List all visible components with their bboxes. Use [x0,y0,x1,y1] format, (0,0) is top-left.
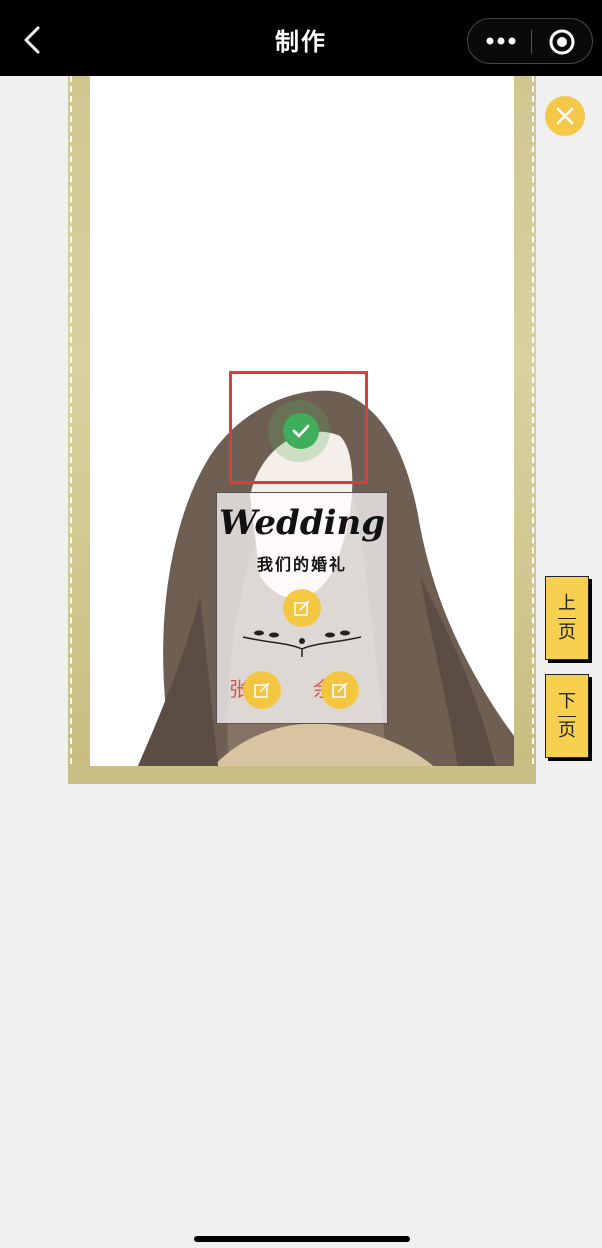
edit-groom-name-button[interactable] [243,671,281,709]
prev-page-button[interactable]: 上 页 [545,576,589,660]
confirm-button[interactable] [283,413,319,449]
close-button[interactable] [545,96,585,136]
edit-bride-name-button[interactable] [321,671,359,709]
wedding-card[interactable]: Wedding 我们的婚礼 张明 余娇 [216,492,388,724]
floral-ornament [242,630,362,657]
next-page-separator [558,715,576,717]
checkmark-icon [292,424,310,438]
more-dots-icon [486,37,516,45]
record-target-icon [549,29,575,55]
mini-program-capsule [467,18,593,64]
frame-bottom-border [68,766,536,784]
close-mini-program-button[interactable] [548,28,576,56]
wedding-subtitle: 我们的婚礼 [256,555,347,574]
edit-icon [332,682,348,698]
prev-page-label-top: 上 [558,592,576,614]
prev-page-label-bottom: 页 [558,621,576,643]
next-page-label-top: 下 [558,690,576,712]
wedding-title: Wedding [219,503,385,543]
dashed-guide-left [70,76,72,784]
prev-page-separator [558,617,576,619]
next-page-button[interactable]: 下 页 [545,674,589,758]
more-button[interactable] [484,29,518,53]
next-page-label-bottom: 页 [558,719,576,741]
edit-icon [254,682,270,698]
nav-bar: 制作 [0,0,602,76]
home-indicator[interactable] [194,1236,410,1242]
dashed-guide-right [532,76,534,784]
capsule-divider [531,30,532,54]
close-icon [556,107,574,125]
edit-icon [294,600,310,616]
